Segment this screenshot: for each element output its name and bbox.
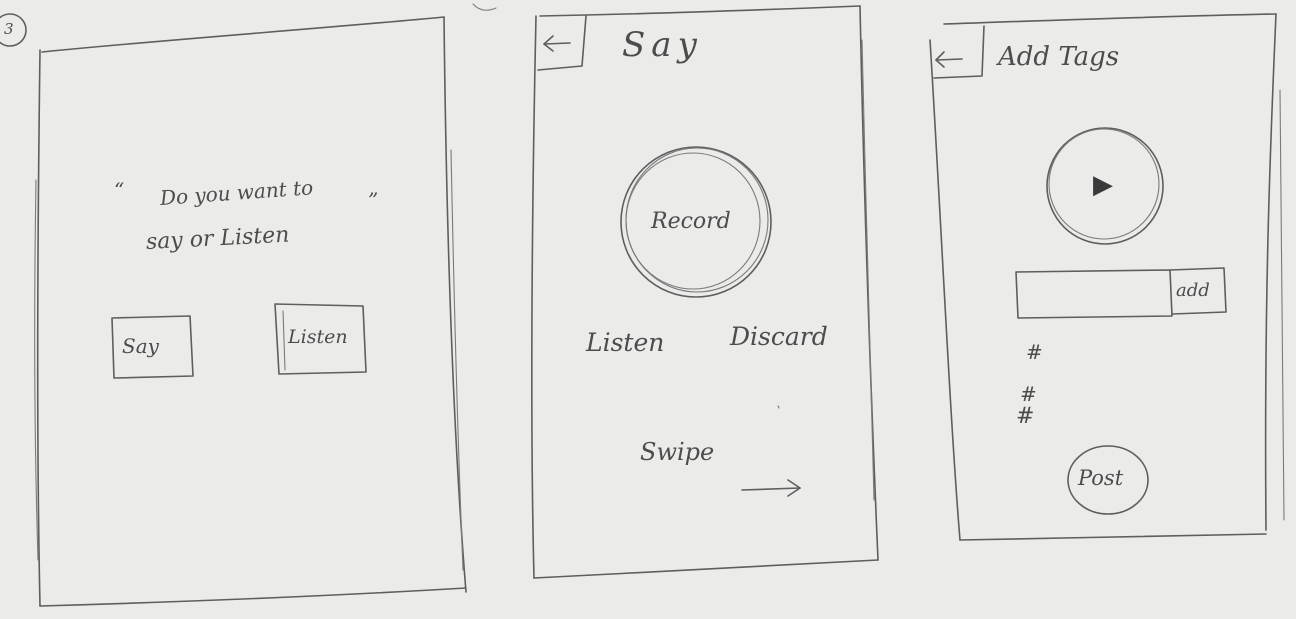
listen-button-label: Listen bbox=[288, 326, 348, 348]
tag-item: # bbox=[1020, 382, 1037, 406]
prompt-line-2: say or Listen bbox=[145, 222, 290, 255]
screen3-back-button[interactable] bbox=[932, 28, 984, 78]
record-button[interactable]: Record bbox=[621, 147, 771, 297]
say-button-label: Say bbox=[122, 334, 159, 358]
screen2-title: Say bbox=[622, 25, 703, 65]
step-number: 3 bbox=[4, 20, 14, 38]
screen3-title: Add Tags bbox=[998, 42, 1120, 72]
post-button-label: Post bbox=[1078, 466, 1124, 490]
add-tag-button[interactable]: add bbox=[1176, 282, 1210, 300]
tag-item: # bbox=[1016, 404, 1035, 429]
tag-input[interactable] bbox=[1016, 272, 1170, 318]
screen1-frame bbox=[34, 16, 467, 607]
back-arrow-icon bbox=[542, 34, 572, 52]
post-button[interactable]: Post bbox=[1068, 446, 1148, 514]
prompt-close-quote: ” bbox=[368, 188, 379, 212]
play-button[interactable]: ▶ bbox=[1047, 128, 1163, 244]
discard-action[interactable]: Discard bbox=[730, 324, 828, 349]
tag-item: # bbox=[1026, 340, 1043, 364]
say-button[interactable]: Say bbox=[112, 316, 192, 378]
record-button-label: Record bbox=[651, 209, 731, 234]
prompt-open-quote: “ bbox=[114, 178, 125, 202]
listen-button[interactable]: Listen bbox=[276, 304, 366, 374]
play-icon: ▶ bbox=[1093, 170, 1113, 200]
swipe-hint: Swipe bbox=[640, 438, 715, 466]
prompt-line-1: Do you want to bbox=[159, 175, 314, 210]
back-arrow-icon bbox=[936, 52, 966, 70]
right-arrow-icon[interactable] bbox=[740, 478, 802, 500]
screen2-back-button[interactable] bbox=[536, 18, 586, 70]
listen-action[interactable]: Listen bbox=[586, 330, 664, 355]
